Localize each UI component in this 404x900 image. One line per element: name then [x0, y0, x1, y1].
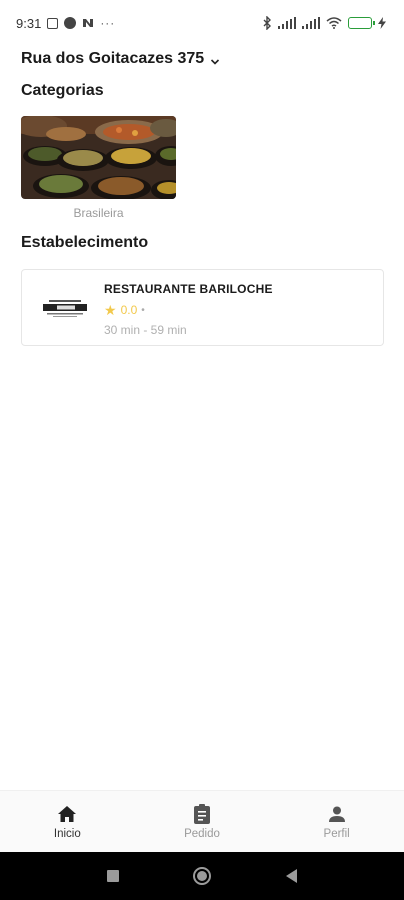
wifi-icon [326, 17, 342, 29]
recents-button[interactable] [107, 870, 120, 882]
nav-label: Perfil [323, 827, 350, 840]
person-icon [327, 804, 347, 824]
establishment-card[interactable]: RESTAURANTE BARILOCHE ★ 0.0 • 30 min - 5… [21, 269, 384, 346]
nfc-icon [82, 17, 94, 29]
category-label: Brasileira [73, 206, 124, 220]
address-text: Rua dos Goitacazes 375 [21, 50, 205, 67]
data-saver-icon [64, 17, 77, 29]
establishments-title: Estabelecimento [21, 234, 149, 251]
clipboard-icon [192, 803, 212, 824]
nav-item-perfil[interactable]: Perfil [287, 804, 387, 840]
bluetooth-icon [262, 16, 272, 30]
nav-item-inicio[interactable]: Inicio [17, 804, 117, 840]
home-icon [57, 804, 77, 824]
rating-value: 0.0 [120, 303, 138, 317]
brazilian-food-photo [21, 116, 176, 199]
status-left: 9:31 ··· [16, 16, 115, 31]
nav-label: Inicio [53, 827, 81, 840]
status-dots: ··· [100, 16, 116, 30]
address-selector[interactable]: Rua dos Goitacazes 375 [21, 50, 220, 68]
back-button[interactable] [285, 869, 297, 883]
status-time: 9:31 [16, 15, 42, 31]
charging-icon [378, 17, 386, 29]
android-nav-bar [0, 852, 404, 900]
nav-label: Pedido [184, 827, 220, 840]
chevron-down-icon [210, 54, 220, 65]
nav-item-pedido[interactable]: Pedido [152, 803, 252, 840]
status-right [262, 16, 386, 30]
home-button[interactable] [193, 867, 212, 885]
signal-icon [302, 17, 320, 29]
delivery-time: 30 min - 59 min [104, 323, 187, 337]
categories-title: Categorias [21, 82, 104, 99]
signal-icon [278, 17, 296, 29]
establishment-info: RESTAURANTE BARILOCHE ★ 0.0 • 30 min - 5… [104, 280, 273, 337]
bariloche-logo [26, 280, 104, 336]
establishment-name: RESTAURANTE BARILOCHE [104, 282, 273, 296]
bottom-nav: Inicio Pedido Perfil [0, 790, 404, 852]
battery-icon [348, 17, 375, 29]
separator-dot: • [141, 304, 145, 316]
sim-card-icon [47, 17, 59, 29]
category-card-brasileira[interactable]: Brasileira [21, 116, 176, 220]
status-bar: 9:31 ··· [0, 0, 404, 46]
star-icon: ★ [104, 302, 117, 318]
rating-row: ★ 0.0 • [104, 303, 273, 317]
